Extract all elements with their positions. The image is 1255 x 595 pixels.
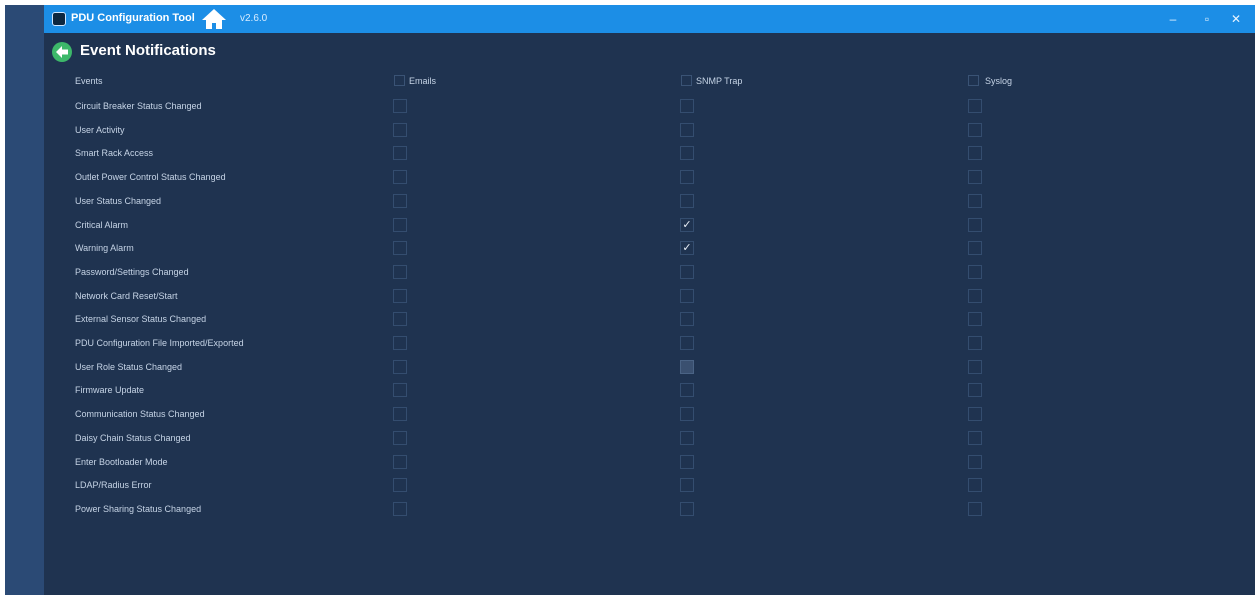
snmp-checkbox[interactable]: [680, 146, 694, 161]
syslog-checkbox[interactable]: [968, 99, 982, 113]
left-strip: [5, 5, 44, 595]
snmp-checkbox[interactable]: [680, 122, 694, 137]
snmp-checkbox[interactable]: [680, 430, 694, 445]
syslog-checkbox[interactable]: [968, 122, 982, 137]
snmp-select-all-box[interactable]: [681, 75, 692, 86]
snmp-checkbox[interactable]: [680, 383, 694, 398]
email-checkbox[interactable]: [393, 193, 407, 208]
email-checkbox[interactable]: [393, 264, 407, 279]
close-button[interactable]: ✕: [1225, 10, 1247, 28]
snmp-column-header: SNMP Trap: [696, 76, 743, 86]
title-bar: PDU Configuration Tool v2.6.0 – ▫ ✕: [44, 5, 1255, 33]
app-title: PDU Configuration Tool: [71, 12, 195, 24]
event-label: Enter Bootloader Mode: [75, 456, 168, 467]
syslog-checkbox[interactable]: [968, 454, 982, 469]
app-window: PDU Configuration Tool v2.6.0 – ▫ ✕ Even…: [44, 5, 1255, 595]
event-label: LDAP/Radius Error: [75, 480, 152, 491]
event-label: Network Card Reset/Start: [75, 290, 178, 301]
email-checkbox[interactable]: [393, 241, 407, 256]
syslog-checkbox[interactable]: [968, 336, 982, 350]
syslog-checkbox[interactable]: [968, 288, 982, 303]
email-checkbox[interactable]: [393, 454, 407, 469]
email-checkbox[interactable]: [393, 312, 407, 327]
email-checkbox[interactable]: [393, 99, 407, 113]
event-label: External Sensor Status Changed: [75, 314, 207, 325]
back-arrow-icon: [52, 42, 72, 62]
email-checkbox[interactable]: [393, 501, 407, 516]
snmp-checkbox[interactable]: [680, 99, 694, 113]
event-label: Daisy Chain Status Changed: [75, 432, 191, 443]
event-label: User Activity: [75, 124, 125, 135]
back-button[interactable]: [51, 41, 73, 63]
emails-select-all-box[interactable]: [394, 75, 405, 86]
email-checkbox[interactable]: [393, 407, 407, 422]
snmp-checkbox[interactable]: [680, 478, 694, 493]
app-version: v2.6.0: [240, 13, 268, 24]
event-label: Communication Status Changed: [75, 409, 205, 420]
syslog-checkbox[interactable]: [968, 430, 982, 445]
snmp-checkbox[interactable]: [680, 193, 694, 208]
syslog-checkbox[interactable]: [968, 217, 982, 232]
event-label: PDU Configuration File Imported/Exported: [75, 338, 244, 348]
syslog-checkbox[interactable]: [968, 501, 982, 516]
event-label: Outlet Power Control Status Changed: [75, 172, 226, 183]
syslog-checkbox[interactable]: [968, 312, 982, 327]
snmp-checkbox: [680, 359, 694, 374]
email-checkbox[interactable]: [393, 383, 407, 398]
snmp-checkbox[interactable]: ✓: [680, 217, 694, 232]
syslog-column-header: Syslog: [985, 76, 1013, 86]
event-label: Smart Rack Access: [75, 148, 154, 159]
syslog-checkbox[interactable]: [968, 193, 982, 208]
email-checkbox[interactable]: [393, 122, 407, 137]
maximize-button[interactable]: ▫: [1196, 10, 1218, 28]
event-label: User Role Status Changed: [75, 361, 183, 372]
snmp-checkbox[interactable]: [680, 407, 694, 422]
page-title: Event Notifications: [80, 42, 216, 59]
email-checkbox[interactable]: [393, 146, 407, 161]
snmp-checkbox[interactable]: [680, 501, 694, 516]
snmp-checkbox[interactable]: [680, 264, 694, 279]
snmp-checkbox[interactable]: [680, 170, 694, 185]
snmp-checkbox[interactable]: [680, 312, 694, 327]
emails-column-header: Emails: [409, 76, 437, 86]
syslog-select-all-box[interactable]: [968, 75, 979, 86]
syslog-checkbox[interactable]: [968, 383, 982, 398]
snmp-checkbox[interactable]: [680, 336, 694, 350]
minimize-button[interactable]: –: [1162, 10, 1184, 28]
app-icon: [52, 12, 66, 26]
syslog-checkbox[interactable]: [968, 359, 982, 374]
email-checkbox[interactable]: [393, 478, 407, 493]
syslog-checkbox[interactable]: [968, 241, 982, 256]
event-label: Critical Alarm: [75, 219, 129, 230]
event-label: User Status Changed: [75, 195, 162, 206]
email-checkbox[interactable]: [393, 217, 407, 232]
snmp-checkbox[interactable]: [680, 288, 694, 303]
email-checkbox[interactable]: [393, 359, 407, 374]
email-checkbox[interactable]: [393, 170, 407, 185]
snmp-checkbox[interactable]: ✓: [680, 241, 694, 256]
syslog-checkbox[interactable]: [968, 146, 982, 161]
syslog-checkbox[interactable]: [968, 407, 982, 422]
email-checkbox[interactable]: [393, 430, 407, 445]
syslog-checkbox[interactable]: [968, 170, 982, 185]
event-label: Password/Settings Changed: [75, 266, 189, 277]
event-label: Circuit Breaker Status Changed: [75, 101, 202, 111]
home-icon: [202, 9, 226, 29]
syslog-checkbox[interactable]: [968, 264, 982, 279]
events-column-header: Events: [75, 76, 103, 86]
syslog-checkbox[interactable]: [968, 478, 982, 493]
event-label: Firmware Update: [75, 385, 145, 396]
email-checkbox[interactable]: [393, 336, 407, 350]
event-label: Power Sharing Status Changed: [75, 503, 202, 514]
home-button[interactable]: [201, 8, 227, 30]
event-label: Warning Alarm: [75, 243, 134, 254]
snmp-checkbox[interactable]: [680, 454, 694, 469]
email-checkbox[interactable]: [393, 288, 407, 303]
